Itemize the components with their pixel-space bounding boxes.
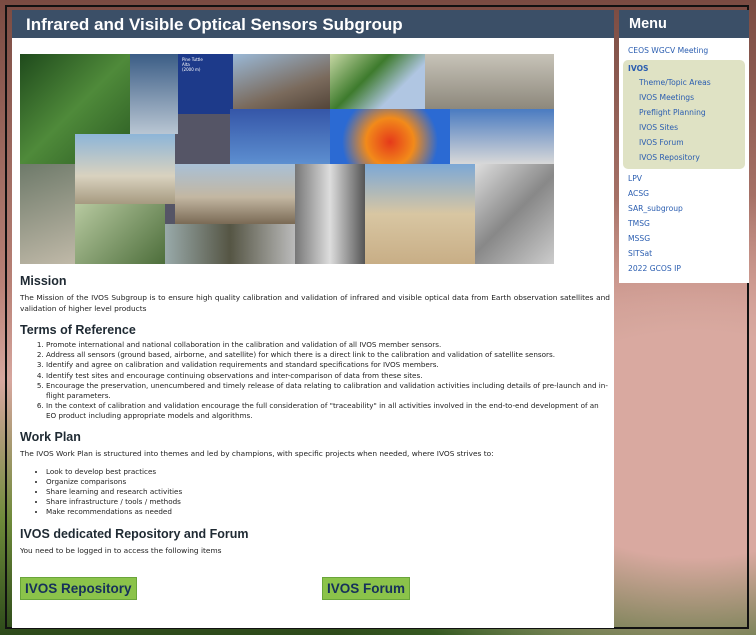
ivos-repository-button[interactable]: IVOS Repository [20,577,137,600]
mission-heading: Mission [20,274,67,288]
menu-item-acsg[interactable]: ACSG [619,186,749,201]
terms-item: Promote international and national colla… [46,340,610,350]
workplan-intro: The IVOS Work Plan is structured into th… [20,448,494,458]
banner-collage-image: Pine Tuttle Alta (2000 m) [20,54,554,264]
banner-tile [475,164,554,264]
menu-item-ivos[interactable]: IVOS [623,61,745,75]
page-title: Infrared and Visible Optical Sensors Sub… [12,10,614,38]
menu-item-sar-subgroup[interactable]: SAR_subgroup [619,201,749,216]
banner-tile [20,164,75,264]
banner-tile [365,164,475,264]
workplan-item: Make recommendations as needed [46,507,610,517]
terms-item: In the context of calibration and valida… [46,401,610,421]
menu-item-mssg[interactable]: MSSG [619,231,749,246]
banner-tile [330,54,425,109]
terms-item: Address all sensors (ground based, airbo… [46,350,610,360]
repository-note: You need to be logged in to access the f… [20,545,222,555]
menu-group-ivos: IVOS Theme/Topic Areas IVOS Meetings Pre… [623,60,745,169]
banner-tile [295,164,365,264]
banner-tile [233,54,330,114]
banner-caption-line: (2000 m) [182,67,201,72]
banner-tile [330,109,450,164]
banner-tile: Pine Tuttle Alta (2000 m) [178,54,233,114]
banner-tile [450,109,554,164]
sidebar-menu: Menu CEOS WGCV Meeting IVOS Theme/Topic … [619,10,749,283]
main-panel: Infrared and Visible Optical Sensors Sub… [12,10,614,628]
menu-item-lpv[interactable]: LPV [619,171,749,186]
content-area: Mission The Mission of the IVOS Subgroup… [20,274,610,556]
banner-tile [425,54,554,109]
repository-heading: IVOS dedicated Repository and Forum [20,526,249,541]
ivos-forum-button[interactable]: IVOS Forum [322,577,411,600]
workplan-item: Share infrastructure / tools / methods [46,497,610,507]
menu-item-preflight-planning[interactable]: Preflight Planning [623,105,745,120]
banner-tile [75,204,165,264]
menu-item-ivos-sites[interactable]: IVOS Sites [623,120,745,135]
banner-tile [75,134,175,204]
menu-item-ivos-repository[interactable]: IVOS Repository [623,150,745,165]
banner-tile [175,164,295,224]
workplan-item: Look to develop best practices [46,467,610,477]
terms-item: Identify test sites and encourage contin… [46,371,610,381]
terms-heading: Terms of Reference [20,323,136,337]
banner-tile [230,109,330,164]
terms-item: Identify and agree on calibration and va… [46,360,610,370]
terms-item: Encourage the preservation, unencumbered… [46,381,610,401]
menu-item-2022-gcos-ip[interactable]: 2022 GCOS IP [619,261,749,276]
menu-item-sitsat[interactable]: SITSat [619,246,749,261]
banner-tile [130,54,178,134]
workplan-item: Share learning and research activities [46,487,610,497]
menu-item-ivos-forum[interactable]: IVOS Forum [623,135,745,150]
mission-text: The Mission of the IVOS Subgroup is to e… [20,293,610,313]
menu-title: Menu [619,10,749,38]
banner-tile [165,224,295,264]
menu-item-ivos-meetings[interactable]: IVOS Meetings [623,90,745,105]
menu-item-theme-topic-areas[interactable]: Theme/Topic Areas [623,75,745,90]
menu-item-tmsg[interactable]: TMSG [619,216,749,231]
terms-list: Promote international and national colla… [20,340,610,422]
workplan-item: Organize comparisons [46,477,610,487]
workplan-heading: Work Plan [20,429,81,444]
menu-item-ceos-wgcv-meeting[interactable]: CEOS WGCV Meeting [619,43,749,58]
workplan-list: Look to develop best practices Organize … [20,467,610,518]
